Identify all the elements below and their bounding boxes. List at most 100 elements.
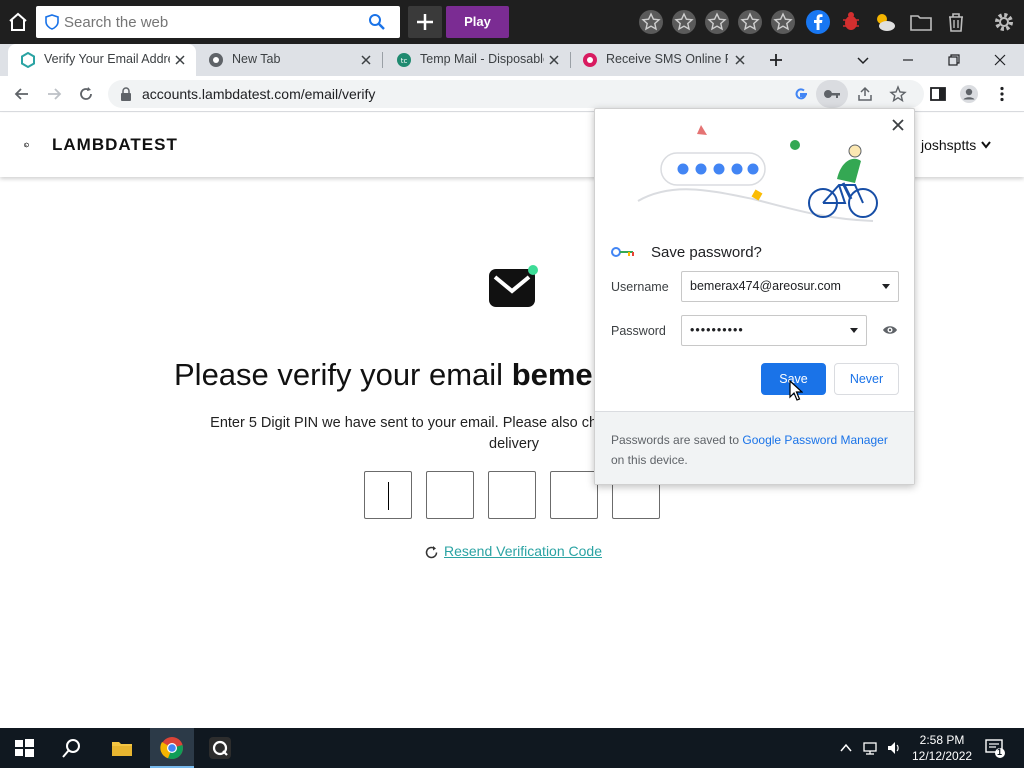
user-menu[interactable]: joshsptts (921, 137, 976, 153)
tab-title: New Tab (232, 52, 281, 66)
taskbar: 2:58 PM 12/12/2022 1 (0, 728, 1024, 768)
pin-box-3[interactable] (488, 471, 536, 519)
page-title-prefix: Please verify your email (174, 357, 512, 392)
username-value: bemerax474@areosur.com (690, 279, 841, 293)
google-icon[interactable] (792, 85, 810, 103)
key-icon (824, 90, 840, 98)
close-window-icon[interactable] (990, 50, 1010, 70)
notification-count: 1 (997, 747, 1003, 757)
password-select[interactable]: •••••••••• (681, 315, 867, 346)
username[interactable]: joshsptts (921, 137, 976, 153)
close-tab-icon[interactable] (546, 52, 562, 68)
star-icon[interactable] (769, 8, 797, 36)
chevron-up-icon[interactable] (838, 740, 854, 756)
address-bar-row: accounts.lambdatest.com/email/verify (0, 76, 1024, 112)
close-tab-icon[interactable] (358, 52, 374, 68)
minimize-icon[interactable] (898, 50, 918, 70)
dialog-title: Save password? (651, 244, 762, 261)
logo-text[interactable]: LAMBDATEST (52, 135, 178, 155)
star-icon[interactable] (637, 8, 665, 36)
never-button[interactable]: Never (834, 363, 899, 395)
search-icon[interactable] (60, 736, 84, 760)
tab-receive-sms[interactable]: Receive SMS Online Fo (570, 44, 756, 76)
pin-box-2[interactable] (426, 471, 474, 519)
dropdown-caret-icon (850, 328, 858, 333)
system-clock[interactable]: 2:58 PM 12/12/2022 (912, 732, 972, 764)
folder-icon[interactable] (907, 8, 935, 36)
star-icon[interactable] (736, 8, 764, 36)
volume-icon[interactable] (886, 740, 902, 756)
app-icon[interactable] (208, 736, 232, 760)
star-icon[interactable] (670, 8, 698, 36)
dropdown-caret-icon (882, 284, 890, 289)
footer-prefix: Passwords are saved to (611, 433, 743, 447)
clock-date: 12/12/2022 (912, 749, 973, 763)
chrome-taskbar-button[interactable] (150, 728, 194, 768)
lambdatest-icon (21, 52, 35, 68)
new-tab-icon[interactable] (766, 50, 786, 70)
mouse-pointer-icon (789, 380, 803, 401)
star-icon[interactable] (703, 8, 731, 36)
tab-title: Verify Your Email Addre (44, 52, 170, 66)
profile-icon[interactable] (959, 84, 979, 104)
chrome-icon (160, 737, 183, 760)
reload-icon[interactable] (76, 84, 96, 104)
facebook-icon[interactable] (804, 8, 832, 36)
refresh-icon (425, 546, 438, 559)
network-icon[interactable] (862, 740, 878, 756)
bookmark-star-icon[interactable] (889, 85, 907, 103)
side-panel-icon[interactable] (928, 84, 948, 104)
resend-row: Resend Verification Code (424, 543, 602, 559)
footer-text: Passwords are saved to Google Password M… (611, 430, 903, 470)
forward-icon[interactable] (44, 84, 64, 104)
weather-icon[interactable] (871, 8, 899, 36)
chevron-down-icon[interactable] (981, 141, 991, 149)
password-key-button[interactable] (816, 80, 848, 108)
tab-verify-email[interactable]: Verify Your Email Addre (8, 44, 196, 76)
username-select[interactable]: bemerax474@areosur.com (681, 271, 899, 302)
close-tab-icon[interactable] (732, 52, 748, 68)
cyclist-illustration (637, 125, 878, 222)
lock-icon[interactable] (120, 87, 132, 101)
windows-start-icon[interactable] (12, 736, 36, 760)
pin-box-1[interactable] (364, 471, 412, 519)
settings-icon[interactable] (990, 8, 1018, 36)
play-button[interactable]: Play (446, 6, 509, 38)
close-tab-icon[interactable] (172, 52, 188, 68)
password-value: •••••••••• (690, 323, 744, 337)
file-explorer-icon[interactable] (110, 736, 134, 760)
web-search-box[interactable] (36, 6, 400, 38)
chevron-down-icon[interactable] (853, 50, 873, 70)
tab-separator (382, 52, 383, 68)
lambdatest-logo-icon[interactable] (24, 131, 52, 159)
key-icon (611, 247, 634, 257)
top-toolbar: Play (0, 0, 1024, 44)
mail-icon (489, 265, 538, 307)
pin-box-4[interactable] (550, 471, 598, 519)
back-icon[interactable] (12, 84, 32, 104)
eye-icon[interactable] (882, 324, 898, 336)
resend-code-link[interactable]: Resend Verification Code (444, 543, 602, 559)
tab-new-tab[interactable]: New Tab (196, 44, 382, 76)
web-search-input[interactable] (64, 10, 364, 34)
bug-icon[interactable] (837, 8, 865, 36)
share-icon[interactable] (856, 85, 874, 103)
dialog-footer: Passwords are saved to Google Password M… (595, 411, 914, 484)
url-text[interactable]: accounts.lambdatest.com/email/verify (142, 86, 375, 102)
search-icon[interactable] (368, 13, 386, 31)
chrome-icon (209, 53, 223, 67)
page-title: Please verify your email bemerax (174, 357, 639, 393)
home-icon[interactable] (6, 10, 30, 34)
save-password-dialog: Save password? Username bemerax474@areos… (594, 108, 915, 485)
kebab-menu-icon[interactable] (992, 84, 1012, 104)
restore-icon[interactable] (944, 50, 964, 70)
trash-icon[interactable] (942, 8, 970, 36)
shield-icon (45, 14, 59, 30)
close-icon[interactable] (890, 117, 906, 133)
add-button[interactable] (408, 6, 442, 38)
password-manager-link[interactable]: Google Password Manager (742, 433, 887, 447)
sms-icon (583, 53, 597, 67)
tab-temp-mail[interactable]: tc Temp Mail - Disposable (384, 44, 570, 76)
omnibox[interactable]: accounts.lambdatest.com/email/verify (108, 80, 924, 108)
notification-icon[interactable] (984, 737, 1006, 759)
